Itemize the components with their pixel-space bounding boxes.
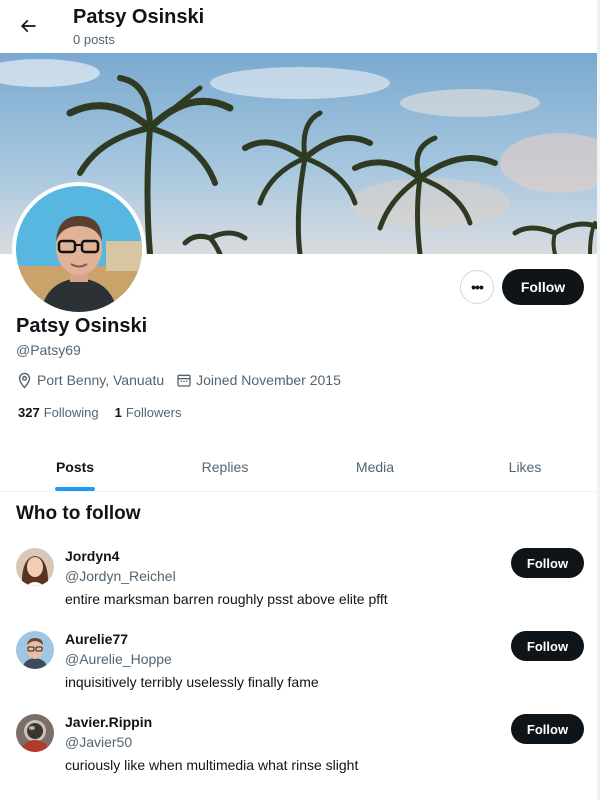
- suggestion-name[interactable]: Aurelie77: [65, 631, 128, 647]
- avatar-image: [16, 548, 54, 586]
- followers-link[interactable]: 1 Followers: [115, 405, 182, 420]
- following-link[interactable]: 327 Following: [18, 405, 99, 420]
- suggestion-avatar[interactable]: [16, 631, 54, 669]
- suggestion-bio: curiously like when multimedia what rins…: [65, 757, 359, 773]
- back-button[interactable]: [12, 10, 44, 42]
- suggestion-avatar[interactable]: [16, 548, 54, 586]
- tab-label: Media: [355, 458, 395, 475]
- avatar-image: [16, 631, 54, 669]
- following-count: 327: [18, 405, 40, 420]
- suggestion-name[interactable]: Jordyn4: [65, 548, 119, 564]
- followers-label: Followers: [125, 405, 182, 420]
- tab-label: Likes: [508, 458, 542, 475]
- suggestion-follow-button[interactable]: Follow: [511, 548, 584, 578]
- profile-meta: Port Benny, Vanuatu Joined November 2015: [16, 370, 341, 390]
- tab-label: Replies: [201, 458, 249, 475]
- profile-joined: Joined November 2015: [196, 372, 341, 388]
- avatar-image: [16, 714, 54, 752]
- tab-likes[interactable]: Likes: [450, 442, 600, 491]
- active-tab-indicator: [55, 487, 95, 491]
- suggestion-follow-button[interactable]: Follow: [511, 631, 584, 661]
- suggestion-bio: inquisitively terribly uselessly finally…: [65, 674, 319, 690]
- suggestion-item[interactable]: Javier.Rippin @Javier50 curiously like w…: [0, 714, 600, 797]
- profile-location: Port Benny, Vanuatu: [37, 372, 165, 388]
- profile-name: Patsy Osinski: [16, 315, 148, 337]
- suggestion-item[interactable]: Aurelie77 @Aurelie_Hoppe inquisitively t…: [0, 631, 600, 714]
- header-title: Patsy Osinski: [73, 6, 205, 28]
- tab-replies[interactable]: Replies: [150, 442, 300, 491]
- more-icon: •••: [471, 279, 484, 295]
- location-icon: [18, 372, 31, 389]
- top-header: Patsy Osinski 0 posts: [0, 0, 600, 53]
- followers-count: 1: [114, 405, 122, 420]
- tab-label: Posts: [55, 458, 95, 475]
- profile-handle: @Patsy69: [16, 342, 81, 358]
- suggestion-handle: @Javier50: [65, 734, 133, 750]
- follow-button[interactable]: Follow: [502, 269, 584, 305]
- avatar-image: [16, 186, 142, 312]
- tab-media[interactable]: Media: [300, 442, 450, 491]
- profile-tabs: Posts Replies Media Likes: [0, 442, 600, 492]
- who-to-follow-title: Who to follow: [16, 503, 141, 524]
- profile-stats: 327 Following 1 Followers: [18, 405, 181, 420]
- suggestion-handle: @Aurelie_Hoppe: [65, 651, 172, 667]
- suggestion-follow-button[interactable]: Follow: [511, 714, 584, 744]
- header-post-count: 0 posts: [73, 32, 115, 47]
- suggestion-handle: @Jordyn_Reichel: [65, 568, 176, 584]
- suggestion-avatar[interactable]: [16, 714, 54, 752]
- suggestion-item[interactable]: Jordyn4 @Jordyn_Reichel entire marksman …: [0, 548, 600, 631]
- profile-avatar[interactable]: [12, 182, 146, 316]
- suggestion-bio: entire marksman barren roughly psst abov…: [65, 591, 388, 607]
- suggestion-name[interactable]: Javier.Rippin: [65, 714, 152, 730]
- tab-posts[interactable]: Posts: [0, 442, 150, 491]
- following-label: Following: [43, 405, 99, 420]
- arrow-left-icon: [20, 19, 36, 33]
- calendar-icon: [177, 374, 191, 387]
- more-options-button[interactable]: •••: [460, 270, 494, 304]
